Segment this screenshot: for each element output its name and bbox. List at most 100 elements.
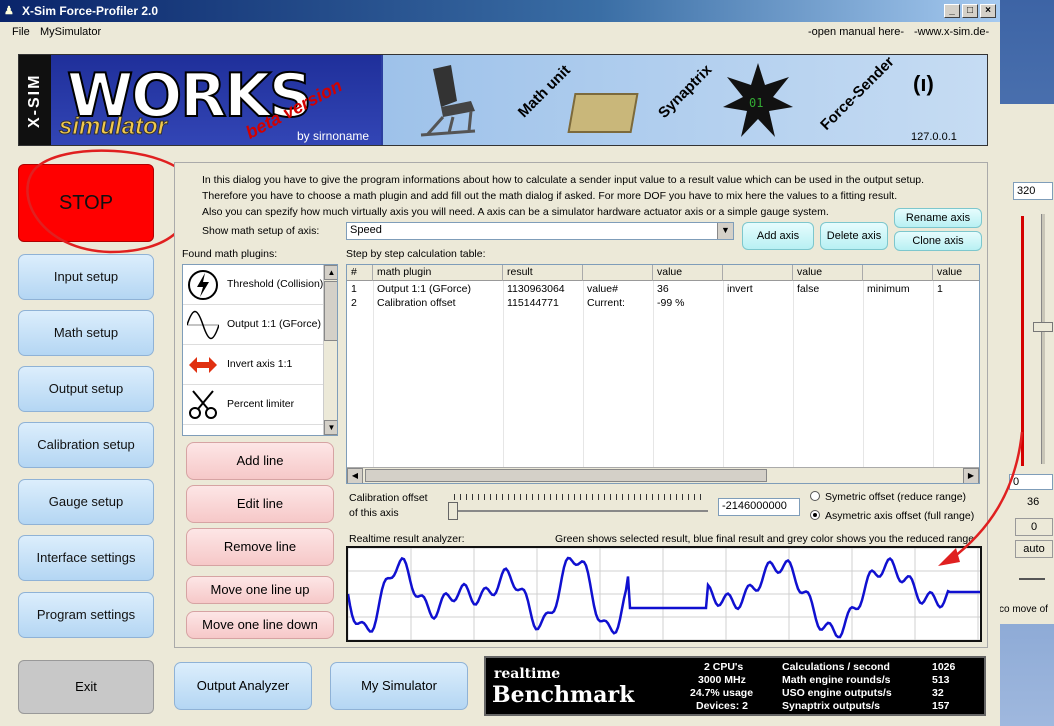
- bg-value-field[interactable]: 320: [1013, 182, 1053, 200]
- analyzer-legend: Green shows selected result, blue final …: [555, 533, 975, 545]
- table-cell: Output 1:1 (GForce): [377, 283, 471, 295]
- program-settings-button[interactable]: Program settings: [18, 592, 154, 638]
- menu-open-manual[interactable]: -open manual here-: [808, 22, 904, 42]
- plugin-item-percent-limiter[interactable]: Percent limiter: [183, 385, 323, 425]
- table-cell: minimum: [867, 283, 910, 295]
- stop-button[interactable]: STOP: [18, 164, 154, 242]
- plugin-item-threshold[interactable]: Threshold (Collision): [183, 265, 323, 305]
- bg-auto-button[interactable]: auto: [1015, 540, 1053, 558]
- rename-axis-button[interactable]: Rename axis: [894, 208, 982, 228]
- menu-mysimulator[interactable]: MySimulator: [40, 22, 101, 42]
- plugin-list-scrollbar[interactable]: ▲ ▼: [323, 265, 337, 435]
- cpu-mhz: 3000 MHz: [698, 674, 746, 686]
- scroll-right-icon[interactable]: ▶: [963, 468, 979, 483]
- delete-axis-button[interactable]: Delete axis: [820, 222, 888, 250]
- sine-wave-icon: [187, 310, 219, 340]
- header-cell[interactable]: #: [347, 265, 373, 281]
- header-cell[interactable]: value: [933, 265, 979, 281]
- output-analyzer-button[interactable]: Output Analyzer: [174, 662, 312, 710]
- table-row[interactable]: 1 Output 1:1 (GForce) 1130963064 value# …: [347, 282, 979, 296]
- intro-line-1: In this dialog you have to give the prog…: [202, 174, 925, 186]
- scissors-icon: [189, 390, 217, 419]
- edit-line-button[interactable]: Edit line: [186, 485, 334, 523]
- column-line: [653, 281, 654, 483]
- scroll-down-icon[interactable]: ▼: [324, 420, 337, 435]
- calibration-offset-value[interactable]: -2146000000: [718, 498, 800, 516]
- svg-text:01: 01: [749, 96, 763, 110]
- menu-file[interactable]: File: [12, 22, 30, 42]
- bg-slider-thumb[interactable]: [1033, 322, 1053, 332]
- calibration-offset-slider[interactable]: [448, 492, 712, 520]
- scroll-up-icon[interactable]: ▲: [324, 265, 337, 280]
- math-label: Math engine rounds/s: [782, 674, 891, 686]
- input-setup-button[interactable]: Input setup: [18, 254, 154, 300]
- minimize-button[interactable]: _: [944, 4, 960, 18]
- axis-select-label: Show math setup of axis:: [202, 225, 320, 237]
- cpu-usage: 24.7% usage: [690, 687, 754, 699]
- table-cell: 2: [351, 297, 357, 309]
- move-line-down-button[interactable]: Move one line down: [186, 611, 334, 639]
- bg-number: 36: [1027, 496, 1040, 508]
- gauge-setup-button[interactable]: Gauge setup: [18, 479, 154, 525]
- intro-line-2: Therefore you have to choose a math plug…: [202, 190, 898, 202]
- bg-slider-track[interactable]: [1041, 214, 1045, 464]
- table-cell: false: [797, 283, 820, 295]
- chevron-down-icon[interactable]: ▼: [717, 223, 733, 239]
- table-cell: Current:: [587, 297, 625, 309]
- plugin-name: Percent limiter: [227, 398, 295, 410]
- move-line-up-button[interactable]: Move one line up: [186, 576, 334, 604]
- radio-button[interactable]: [810, 510, 820, 520]
- radio-label: Symetric offset (reduce range): [825, 491, 967, 503]
- clone-axis-button[interactable]: Clone axis: [894, 231, 982, 251]
- calculation-table[interactable]: # math plugin result value value value 1…: [346, 264, 980, 484]
- column-line: [583, 281, 584, 483]
- header-cell[interactable]: [863, 265, 933, 281]
- close-button[interactable]: ×: [980, 4, 996, 18]
- remove-line-button[interactable]: Remove line: [186, 528, 334, 566]
- my-simulator-button[interactable]: My Simulator: [330, 662, 468, 710]
- radio-button[interactable]: [810, 491, 820, 501]
- plugin-item-output[interactable]: Output 1:1 (GForce): [183, 305, 323, 345]
- header-cell[interactable]: value: [653, 265, 723, 281]
- maximize-button[interactable]: □: [962, 4, 978, 18]
- invert-arrows-icon: [189, 357, 217, 373]
- title-bar[interactable]: ♟ X-Sim Force-Profiler 2.0 _ □ ×: [0, 0, 1000, 22]
- bg-red-bar: [1021, 216, 1024, 466]
- output-setup-button[interactable]: Output setup: [18, 366, 154, 412]
- plugin-name: Output 1:1 (GForce): [227, 318, 321, 330]
- banner: X-SIM WORKS simulator beta version by si…: [18, 54, 988, 146]
- header-cell[interactable]: value: [793, 265, 863, 281]
- scroll-thumb[interactable]: [324, 281, 337, 341]
- table-horizontal-scrollbar[interactable]: ◀ ▶: [347, 467, 979, 483]
- symetric-offset-radio[interactable]: Symetric offset (reduce range): [810, 491, 966, 503]
- calibration-setup-button[interactable]: Calibration setup: [18, 422, 154, 468]
- bg-knob-icon[interactable]: [1019, 566, 1045, 580]
- bg-zero-button[interactable]: 0: [1015, 518, 1053, 536]
- scroll-thumb[interactable]: [365, 469, 767, 482]
- bg-value-field-2[interactable]: 0: [1009, 474, 1053, 490]
- menu-website[interactable]: -www.x-sim.de-: [914, 22, 989, 42]
- synaptrix-outputs-value: 157: [932, 700, 950, 712]
- author-label: by sirnoname: [297, 129, 370, 143]
- simulator-seat-icon: [420, 65, 476, 137]
- slider-thumb[interactable]: [448, 502, 458, 520]
- uso-label: USO engine outputs/s: [782, 687, 892, 699]
- math-value: 513: [932, 674, 950, 686]
- table-row[interactable]: 2 Calibration offset 115144771 Current: …: [347, 296, 979, 310]
- add-line-button[interactable]: Add line: [186, 442, 334, 480]
- scroll-left-icon[interactable]: ◀: [347, 468, 363, 483]
- plugin-item-invert[interactable]: Invert axis 1:1: [183, 345, 323, 385]
- interface-settings-button[interactable]: Interface settings: [18, 535, 154, 581]
- add-axis-button[interactable]: Add axis: [742, 222, 814, 250]
- plugin-list[interactable]: Threshold (Collision) Output 1:1 (GForce…: [182, 264, 338, 436]
- asymetric-offset-radio[interactable]: Asymetric axis offset (full range): [810, 510, 974, 522]
- exit-button[interactable]: Exit: [18, 660, 154, 714]
- header-cell[interactable]: [723, 265, 793, 281]
- header-cell[interactable]: result: [503, 265, 583, 281]
- table-label: Step by step calculation table:: [346, 248, 486, 260]
- axis-select[interactable]: Speed ▼: [346, 222, 734, 240]
- header-cell[interactable]: math plugin: [373, 265, 503, 281]
- header-cell[interactable]: [583, 265, 653, 281]
- column-line: [373, 281, 374, 483]
- math-setup-button[interactable]: Math setup: [18, 310, 154, 356]
